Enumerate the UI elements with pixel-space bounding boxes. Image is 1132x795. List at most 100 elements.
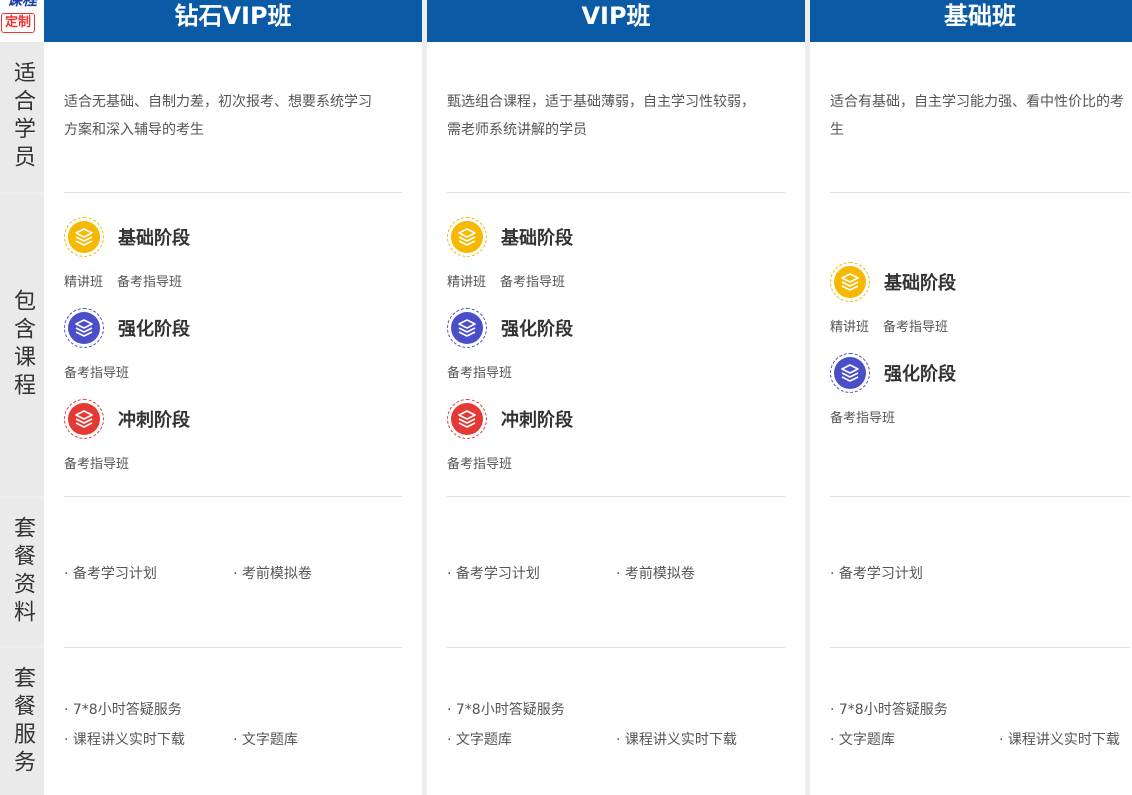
stage-header: 基础阶段 [447,214,785,260]
suitable-description: 适合有基础，自主学习能力强、看中性价比的考生 [830,88,1130,144]
stage-class-item: 备考指导班 [64,457,130,472]
stages-list: 基础阶段 精讲班 备考指导班 强化阶段 备考指导班 冲刺阶段 备考指导班 [447,214,785,487]
stage-class-item: 备考指导班 [447,457,513,472]
stage-class-item: 备考指导班 [447,366,513,381]
service-item: · 文字题库 [830,732,895,748]
service-item: · 课程讲义实时下载 [999,732,1120,748]
stage-header: 冲刺阶段 [64,396,402,442]
stage-title: 强化阶段 [884,364,956,385]
material-item: · 考前模拟卷 [616,566,695,582]
stage-class-item: 备考指导班 [883,320,949,335]
suitable-description: 甄选组合课程，适于基础薄弱，自主学习性较弱， 需老师系统讲解的学员 [447,88,785,144]
service-item: · 7*8小时答疑服务 [830,702,948,718]
column-title: 钻石VIP班 [44,0,422,42]
material-item: · 备考学习计划 [64,566,157,582]
stage-block: 强化阶段备考指导班 [64,305,402,396]
column-title: 基础班 [810,0,1132,42]
stage-block: 冲刺阶段备考指导班 [64,396,402,487]
section-divider [64,496,402,497]
suitable-description: 适合无基础、自制力差，初次报考、想要系统学习 方案和深入辅导的考生 [64,88,402,144]
suitable-line: 适合有基础，自主学习能力强、看中性价比的考生 [830,94,1124,138]
package-column: VIP班甄选组合课程，适于基础薄弱，自主学习性较弱， 需老师系统讲解的学员基础阶段… [427,0,805,795]
stages-list: 基础阶段 精讲班 备考指导班 强化阶段 备考指导班 [830,259,1130,441]
row-label-text: 套餐资料 [10,516,35,628]
section-divider [830,192,1130,193]
service-item: · 7*8小时答疑服务 [447,702,565,718]
stage-title: 基础阶段 [884,273,956,294]
section-divider [830,496,1130,497]
suitable-line: 甄选组合课程，适于基础薄弱，自主学习性较弱， [447,94,755,110]
section-divider [64,192,402,193]
stage-classes: 备考指导班 [64,351,402,396]
stage-class-item: 精讲班 [830,320,870,335]
layers-icon [830,353,870,393]
stage-title: 强化阶段 [501,319,573,340]
stage-classes: 精讲班 备考指导班 [447,260,785,305]
layers-icon [64,308,104,348]
layers-icon [64,399,104,439]
stage-block: 基础阶段精讲班 备考指导班 [830,259,1130,350]
stage-class-item: 精讲班 [64,275,104,290]
suitable-line: 需老师系统讲解的学员 [447,122,587,138]
stage-block: 基础阶段精讲班 备考指导班 [447,214,785,305]
stage-classes: 备考指导班 [447,351,785,396]
package-column: 基础班 适合有基础，自主学习能力强、看中性价比的考生 基础阶段 精讲班 备考指导班 强化阶… [810,0,1132,795]
section-divider [447,192,785,193]
service-item: · 课程讲义实时下载 [64,732,185,748]
stage-classes: 精讲班 备考指导班 [64,260,402,305]
section-divider [830,647,1130,648]
row-label-text: 套餐服务 [10,665,35,778]
stage-title: 冲刺阶段 [118,410,190,431]
service-item: · 课程讲义实时下载 [616,732,737,748]
layers-icon [447,399,487,439]
material-item: · 备考学习计划 [447,566,540,582]
logo-line2: 定制 [1,13,36,33]
stage-classes: 备考指导班 [447,442,785,487]
section-divider [447,496,785,497]
row-label-text: 适合学员 [10,61,35,173]
material-item: · 考前模拟卷 [233,566,312,582]
material-item: · 备考学习计划 [830,566,923,582]
stage-classes: 备考指导班 [830,396,1130,441]
row-label-courses: 包含课程 [0,194,44,496]
stage-title: 冲刺阶段 [501,410,573,431]
row-label-services: 套餐服务 [0,648,44,795]
stage-classes: 精讲班 备考指导班 [830,305,1130,350]
suitable-line: 方案和深入辅导的考生 [64,122,204,138]
service-item: · 7*8小时答疑服务 [64,702,182,718]
package-column: 钻石VIP班适合无基础、自制力差，初次报考、想要系统学习 方案和深入辅导的考生基础… [44,0,422,795]
stage-class-item: 精讲班 [447,275,487,290]
stage-header: 基础阶段 [830,259,1130,305]
layers-icon [64,217,104,257]
stage-title: 基础阶段 [118,228,190,249]
stage-header: 强化阶段 [64,305,402,351]
stage-classes: 备考指导班 [64,442,402,487]
stage-class-item: 备考指导班 [500,275,566,290]
layers-icon [830,262,870,302]
section-divider [447,647,785,648]
stage-class-item: 备考指导班 [117,275,183,290]
stage-block: 强化阶段备考指导班 [447,305,785,396]
layers-icon [447,308,487,348]
row-label-text: 包含课程 [10,289,35,401]
stage-header: 基础阶段 [64,214,402,260]
stage-block: 强化阶段备考指导班 [830,350,1130,441]
logo-line1: 课程 [6,0,37,9]
section-divider [64,647,402,648]
service-item: · 文字题库 [447,732,512,748]
stage-title: 强化阶段 [118,319,190,340]
course-custom-logo: 课程 定制 [0,0,44,42]
stage-class-item: 备考指导班 [64,366,130,381]
service-item: · 文字题库 [233,732,298,748]
stage-header: 冲刺阶段 [447,396,785,442]
suitable-line: 适合无基础、自制力差，初次报考、想要系统学习 [64,94,372,110]
row-label-materials: 套餐资料 [0,498,44,646]
row-label-suitable: 适合学员 [0,42,44,192]
stage-block: 冲刺阶段备考指导班 [447,396,785,487]
layers-icon [447,217,487,257]
stage-class-item: 备考指导班 [830,411,896,426]
stages-list: 基础阶段 精讲班 备考指导班 强化阶段 备考指导班 冲刺阶段 备考指导班 [64,214,402,487]
stage-title: 基础阶段 [501,228,573,249]
stage-block: 基础阶段精讲班 备考指导班 [64,214,402,305]
column-title: VIP班 [427,0,805,42]
